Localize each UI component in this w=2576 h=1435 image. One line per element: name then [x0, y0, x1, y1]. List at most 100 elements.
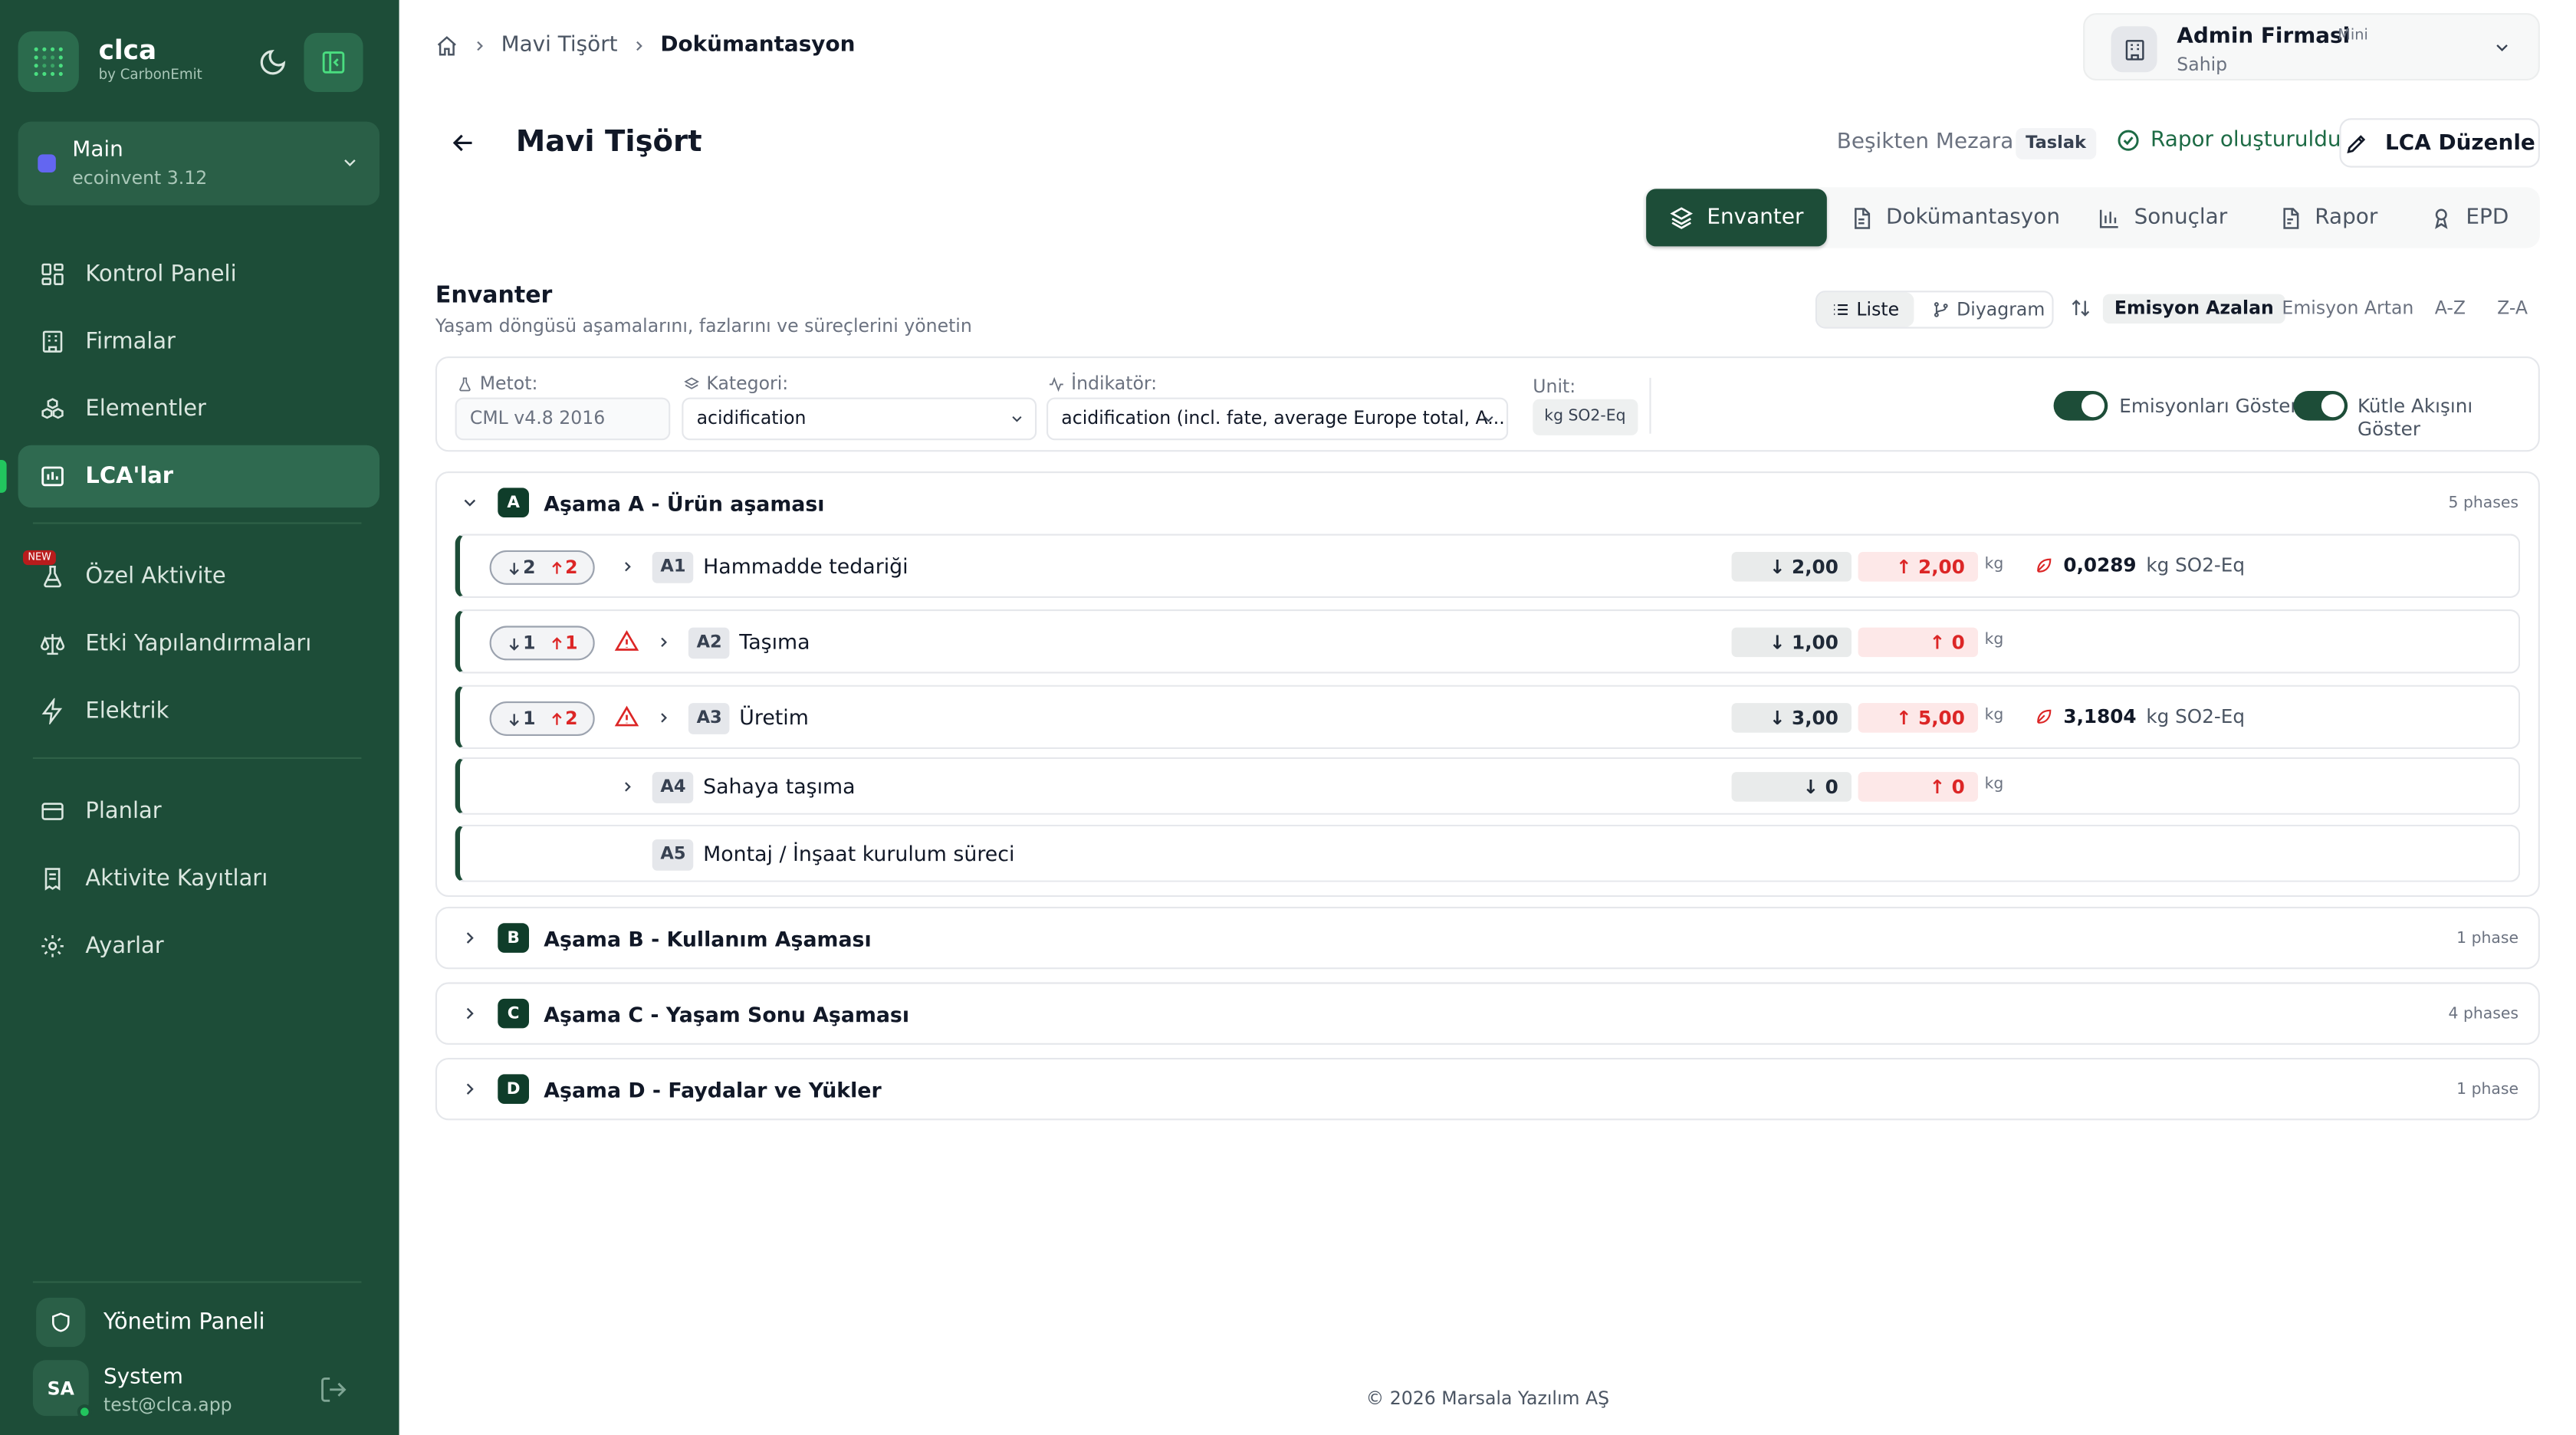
project-database: ecoinvent 3.12 [72, 167, 208, 189]
sidebar-item-dashboard[interactable]: Kontrol Paneli [18, 243, 380, 305]
chevron-right-icon[interactable] [619, 559, 636, 575]
stage-header[interactable]: A Aşama A - Ürün aşaması 5 phases [437, 473, 2538, 534]
breadcrumb-item[interactable]: Mavi Tişört [501, 33, 618, 57]
sidebar-item-settings[interactable]: Ayarlar [18, 915, 380, 977]
stage-header[interactable]: C Aşama C - Yaşam Sonu Aşaması 4 phases [437, 984, 2538, 1045]
flow-count-pill[interactable]: 1 1 [489, 626, 595, 661]
sort-emission-desc[interactable]: Emisyon Azalan [2102, 294, 2285, 324]
view-switcher: Liste Diyagram [1815, 291, 2054, 329]
view-diagram-button[interactable]: Diyagram [1917, 292, 2060, 327]
phase-row-a1[interactable]: 2 2 A1 Hammadde tedariği ↓ 2,00 ↑ 2,00 k… [455, 534, 2521, 598]
brand-name: clca [98, 34, 157, 66]
logo-icon[interactable] [18, 31, 79, 93]
phase-name: Sahaya taşıma [703, 773, 856, 799]
view-list-button[interactable]: Liste [1817, 292, 1914, 327]
warning-icon[interactable] [614, 704, 639, 729]
chevron-down-icon [460, 493, 480, 513]
company-selector[interactable]: Admin Firmasi Mini Sahip [2083, 13, 2540, 81]
logout-icon[interactable] [319, 1375, 349, 1405]
sidebar-item-elements[interactable]: Elementler [18, 378, 380, 440]
layers-icon [1669, 205, 1694, 230]
avatar[interactable]: SA [32, 1360, 92, 1420]
chevron-right-icon[interactable] [656, 710, 672, 726]
show-mass-flow-toggle[interactable] [2293, 390, 2348, 421]
sidebar-collapse-button[interactable] [304, 32, 363, 92]
warning-icon[interactable] [614, 629, 639, 654]
sidebar-item-electricity[interactable]: Elektrik [18, 680, 380, 742]
main-content: Mavi Tişört Dokümantasyon Admin Firmasi … [399, 0, 2576, 1435]
chevron-right-icon[interactable] [656, 634, 672, 650]
stage-header[interactable]: B Aşama B - Kullanım Aşaması 1 phase [437, 908, 2538, 969]
layers-icon [683, 376, 700, 392]
emission-value: 3,1804 kg SO2-Eq [2034, 704, 2245, 727]
tab-results[interactable]: Sonuçlar [2075, 189, 2250, 246]
mass-unit: kg [1984, 706, 2004, 724]
moon-icon[interactable] [258, 48, 288, 77]
sidebar-item-plans[interactable]: Planlar [18, 780, 380, 842]
output-count-value: 1 [565, 632, 578, 654]
show-mass-flow-label: Kütle Akışını Göster [2358, 394, 2473, 441]
input-count-value: 1 [523, 632, 536, 654]
sort-emission-asc[interactable]: Emisyon Artan [2270, 294, 2425, 324]
flow-count-pill[interactable]: 2 2 [489, 550, 595, 585]
boxes-icon [38, 396, 67, 422]
chart-frame-icon [38, 463, 67, 489]
breadcrumb-current: Dokümantasyon [660, 32, 856, 57]
admin-panel-link[interactable]: Yönetim Paneli [104, 1309, 265, 1335]
phase-count: 5 phases [2448, 494, 2518, 513]
stage-b[interactable]: B Aşama B - Kullanım Aşaması 1 phase [435, 906, 2540, 970]
phase-row-a5[interactable]: A5 Montaj / İnşaat kurulum süreci [455, 824, 2521, 882]
stage-header[interactable]: D Aşama D - Faydalar ve Yükler 1 phase [437, 1059, 2538, 1120]
section-title: Envanter [435, 282, 553, 309]
sidebar-item-lcas[interactable]: LCA'lar [18, 445, 380, 508]
shield-icon[interactable] [36, 1297, 86, 1348]
output-count: 2 [549, 708, 578, 729]
chevron-right-icon[interactable] [619, 779, 636, 795]
breadcrumb: Mavi Tişört Dokümantasyon [435, 32, 856, 57]
show-emissions-toggle[interactable] [2053, 390, 2108, 421]
show-emissions-label: Emisyonları Göster [2119, 394, 2298, 418]
output-mass-value: 0 [1951, 775, 1965, 799]
tab-label: Dokümantasyon [1886, 205, 2061, 230]
sort-z-a[interactable]: Z-A [2486, 294, 2539, 324]
sidebar-item-impact-configs[interactable]: Etki Yapılandırmaları [18, 612, 380, 675]
sidebar-item-companies[interactable]: Firmalar [18, 310, 380, 373]
scale-icon [38, 631, 67, 657]
back-arrow-icon[interactable] [449, 128, 478, 158]
tab-epd[interactable]: EPD [2407, 189, 2532, 246]
emission-value: 0,0289 kg SO2-Eq [2034, 553, 2245, 576]
sidebar-item-label: Planlar [85, 798, 162, 825]
indicator-value: acidification (incl. fate, average Europ… [1061, 407, 1505, 429]
flask-icon [38, 563, 67, 589]
phase-row-a3[interactable]: 1 2 A3 Üretim ↓ 3,00 ↑ 5,00 kg 3,1804 kg… [455, 685, 2521, 750]
project-selector[interactable]: Main ecoinvent 3.12 [18, 121, 380, 205]
output-mass: ↑ 0 [1858, 627, 1978, 658]
phase-name: Montaj / İnşaat kurulum süreci [703, 841, 1015, 866]
method-field: CML v4.8 2016 [455, 397, 671, 441]
phase-row-a2[interactable]: 1 1 A2 Taşıma ↓ 1,00 ↑ 0 kg [455, 609, 2521, 674]
indicator-select[interactable]: acidification (incl. fate, average Europ… [1046, 397, 1509, 441]
phase-row-a4[interactable]: A4 Sahaya taşıma ↓ 0 ↑ 0 kg [455, 757, 2521, 815]
sidebar-item-label: Ayarlar [85, 933, 164, 960]
method-label: Metot: [457, 373, 537, 394]
output-mass-value: 5,00 [1918, 706, 1965, 730]
project-color-dot [38, 154, 56, 172]
edit-lca-button[interactable]: LCA Düzenle [2339, 118, 2540, 168]
emission-unit: kg SO2-Eq [2146, 553, 2245, 577]
sidebar-item-custom-activity[interactable]: Özel Aktivite [18, 545, 380, 607]
flow-count-pill[interactable]: 1 2 [489, 701, 595, 736]
tab-documentation[interactable]: Dokümantasyon [1827, 189, 2083, 246]
sort-a-z[interactable]: A-Z [2423, 294, 2477, 324]
activity-icon [1048, 376, 1064, 392]
stage-c[interactable]: C Aşama C - Yaşam Sonu Aşaması 4 phases [435, 982, 2540, 1045]
sidebar-item-activity-logs[interactable]: Aktivite Kayıtları [18, 848, 380, 910]
tab-label: Sonuçlar [2134, 205, 2228, 230]
category-select[interactable]: acidification [682, 397, 1037, 441]
tab-inventory[interactable]: Envanter [1646, 189, 1827, 247]
stage-name: Aşama D - Faydalar ve Yükler [544, 1077, 882, 1102]
user-name: System [104, 1364, 183, 1390]
output-count-value: 2 [565, 557, 578, 579]
stage-d[interactable]: D Aşama D - Faydalar ve Yükler 1 phase [435, 1058, 2540, 1121]
tab-report[interactable]: Rapor [2256, 189, 2400, 246]
home-icon[interactable] [435, 34, 458, 57]
